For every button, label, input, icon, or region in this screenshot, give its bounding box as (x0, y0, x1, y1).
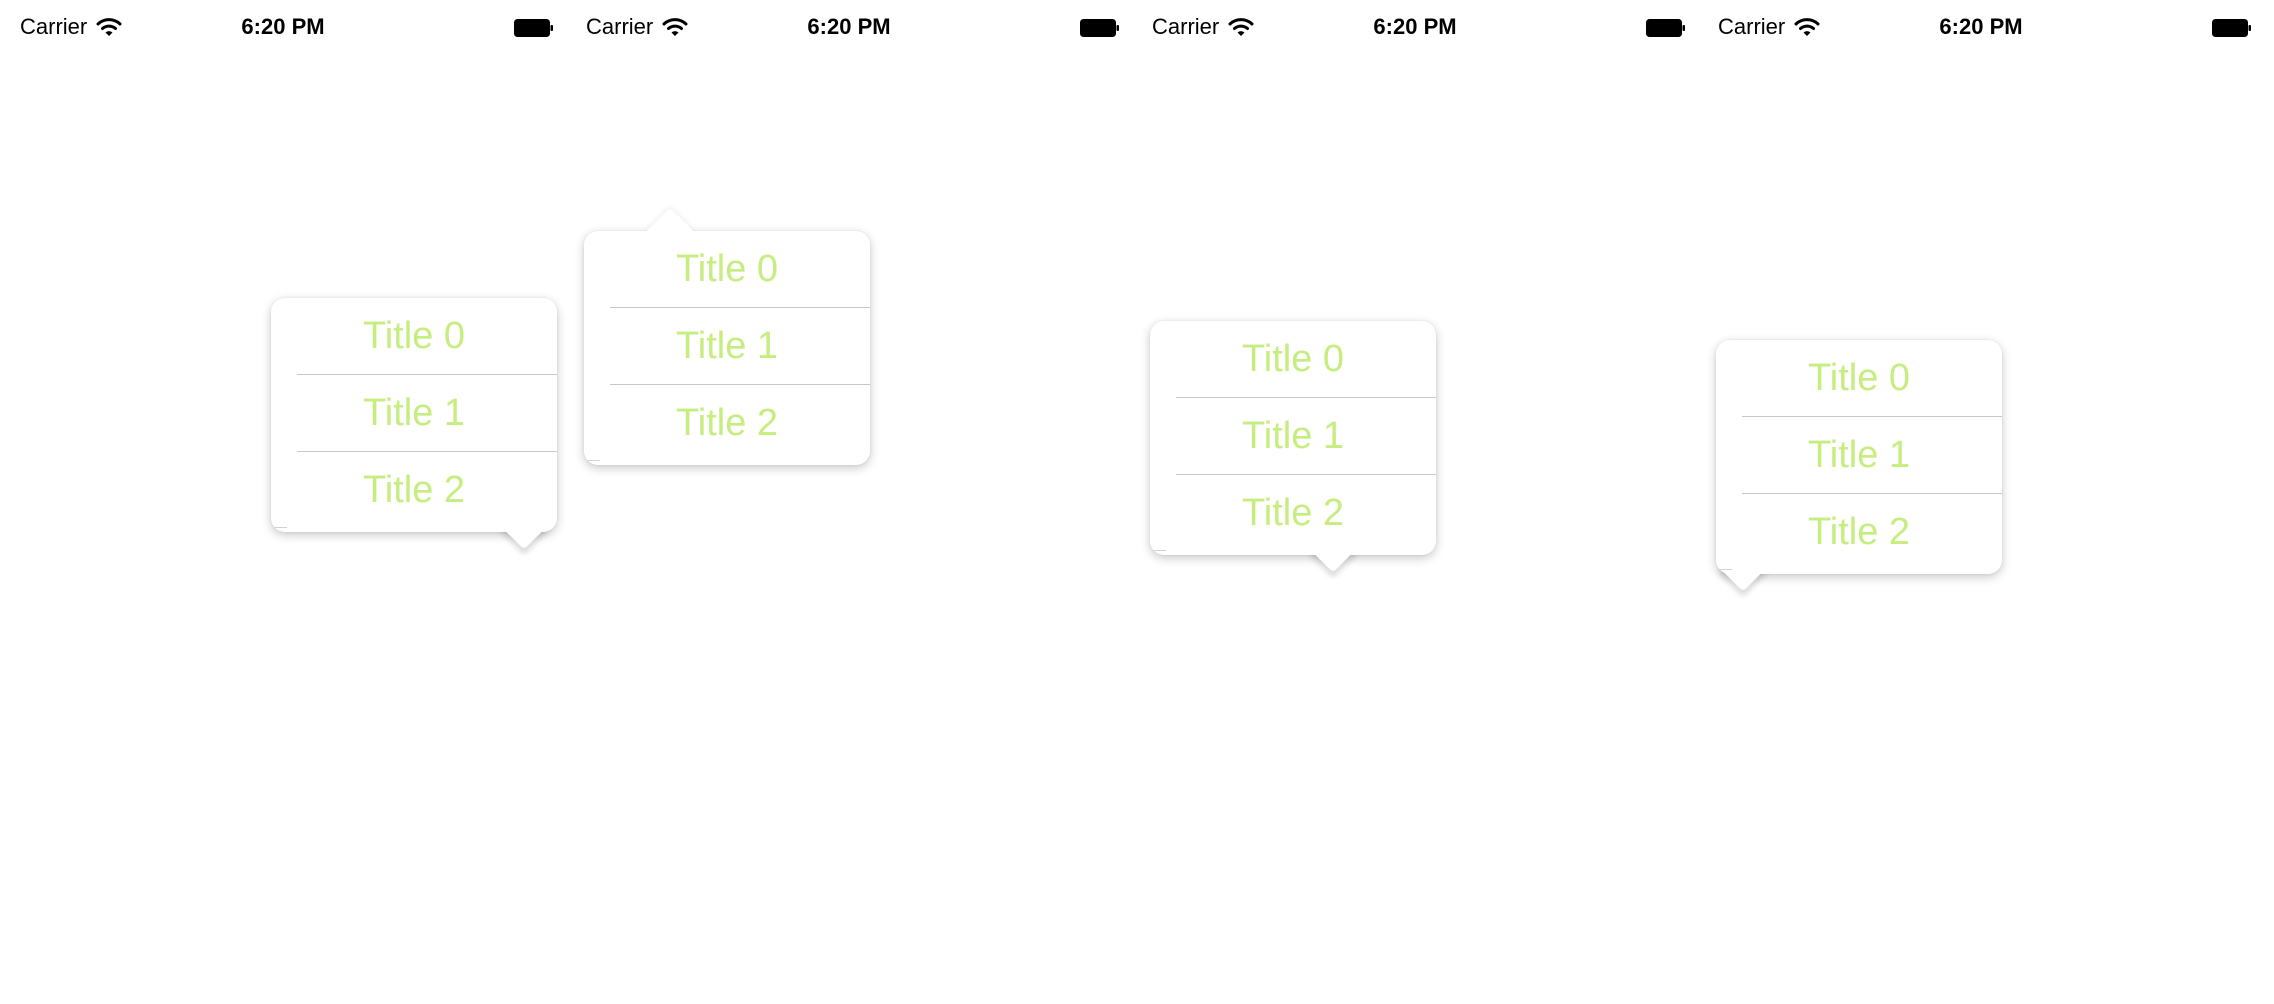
popover-menu: Title 0 Title 1 Title 2 (1716, 340, 2002, 592)
status-bar: Carrier 6:20 PM (1132, 0, 1698, 56)
menu-item-title-2[interactable]: Title 2 (1150, 475, 1436, 551)
menu-item-title-1[interactable]: Title 1 (271, 375, 557, 451)
popover-menu: Title 0 Title 1 Title 2 (1150, 321, 1436, 573)
menu-item-title-2[interactable]: Title 2 (584, 385, 870, 461)
menu-item-title-0[interactable]: Title 0 (1716, 340, 2002, 416)
menu-item-title-0[interactable]: Title 0 (584, 231, 870, 307)
phone-screen-1: Carrier 6:20 PM Title 0 Title 1 Title 2 (566, 0, 1132, 1004)
popover-menu: Title 0 Title 1 Title 2 (271, 298, 557, 550)
battery-icon (2212, 19, 2251, 37)
menu-item-title-1[interactable]: Title 1 (1716, 417, 2002, 493)
battery-icon (514, 19, 553, 37)
menu-item-title-1[interactable]: Title 1 (584, 308, 870, 384)
battery-icon (1080, 19, 1119, 37)
clock-time: 6:20 PM (1939, 14, 2023, 39)
battery-icon (1646, 19, 1685, 37)
status-bar: Carrier 6:20 PM (0, 0, 566, 56)
menu-list: Title 0 Title 1 Title 2 (1150, 321, 1436, 555)
clock-time: 6:20 PM (1373, 14, 1457, 39)
divider (273, 527, 287, 528)
status-bar: Carrier 6:20 PM (566, 0, 1132, 56)
menu-item-title-0[interactable]: Title 0 (1150, 321, 1436, 397)
menu-list: Title 0 Title 1 Title 2 (1716, 340, 2002, 574)
menu-list: Title 0 Title 1 Title 2 (271, 298, 557, 532)
divider (1718, 569, 1732, 570)
menu-item-title-0[interactable]: Title 0 (271, 298, 557, 374)
divider (1152, 550, 1166, 551)
menu-item-title-1[interactable]: Title 1 (1150, 398, 1436, 474)
menu-item-title-2[interactable]: Title 2 (1716, 494, 2002, 570)
clock-time: 6:20 PM (241, 14, 325, 39)
phone-screen-2: Carrier 6:20 PM Title 0 Title 1 Title 2 (1132, 0, 1698, 1004)
phone-screen-3: Carrier 6:20 PM Title 0 Title 1 Title 2 (1698, 0, 2264, 1004)
phone-screen-0: Carrier 6:20 PM Title 0 Title 1 Title 2 (0, 0, 566, 1004)
status-bar: Carrier 6:20 PM (1698, 0, 2264, 56)
menu-list: Title 0 Title 1 Title 2 (584, 231, 870, 465)
divider (586, 460, 600, 461)
menu-item-title-2[interactable]: Title 2 (271, 452, 557, 528)
clock-time: 6:20 PM (807, 14, 891, 39)
popover-menu: Title 0 Title 1 Title 2 (584, 207, 870, 465)
